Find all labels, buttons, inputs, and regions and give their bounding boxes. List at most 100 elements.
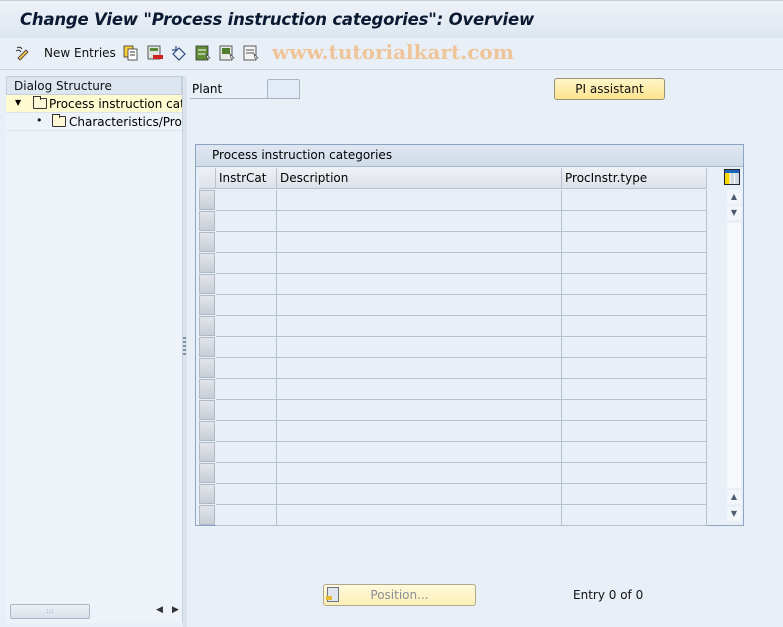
new-entries-button[interactable]: New Entries [44,46,116,60]
table-cell[interactable] [277,274,562,295]
table-cell[interactable] [216,484,277,505]
row-selector[interactable] [199,358,215,378]
row-selector[interactable] [199,337,215,357]
table-cell[interactable] [216,421,277,442]
row-selector[interactable] [199,190,215,210]
table-cell[interactable] [216,358,277,379]
table-cell[interactable] [277,337,562,358]
splitter-handle[interactable] [183,337,186,355]
column-header-description[interactable]: Description [277,168,562,189]
table-cell[interactable] [277,379,562,400]
table-cell[interactable] [562,232,707,253]
table-cell[interactable] [562,190,707,211]
vertical-scrollbar-track[interactable] [727,223,741,488]
expand-triangle-icon[interactable]: ▼ [15,98,21,107]
table-cell[interactable] [277,232,562,253]
tree-item-process-instruction-categories[interactable]: ▼ Process instruction categ [6,95,182,113]
row-selector[interactable] [199,484,215,504]
row-selector[interactable] [199,253,215,273]
table-cell[interactable] [562,442,707,463]
table-cell[interactable] [562,274,707,295]
open-folder-icon [33,96,47,109]
table-cell[interactable] [277,211,562,232]
position-button[interactable]: Position... [323,584,476,606]
table-cell[interactable] [562,295,707,316]
row-selector[interactable] [199,295,215,315]
table-cell[interactable] [216,463,277,484]
table-cell[interactable] [277,505,562,526]
watermark: www.tutorialkart.com [272,40,514,64]
row-selector[interactable] [199,379,215,399]
table-cell[interactable] [562,316,707,337]
table-cell[interactable] [277,484,562,505]
table-cell[interactable] [216,505,277,526]
plant-input[interactable] [267,79,300,99]
table-cell[interactable] [216,442,277,463]
table-cell[interactable] [277,400,562,421]
row-selector[interactable] [199,316,215,336]
select-all-icon[interactable] [194,44,212,62]
delete-icon[interactable] [146,44,164,62]
table-cell[interactable] [216,337,277,358]
scroll-up-icon[interactable]: ▲ [727,190,741,204]
column-header-procinstr-type[interactable]: ProcInstr.type [562,168,707,189]
table-cell[interactable] [216,400,277,421]
table-cell[interactable] [277,253,562,274]
scrollbar-thumb[interactable]: ::: [10,604,90,619]
table-cell[interactable] [562,337,707,358]
display-change-icon[interactable] [14,44,32,62]
scroll-right-icon[interactable]: ▶ [172,605,179,615]
table-cell[interactable] [216,190,277,211]
scroll-left-icon[interactable]: ◀ [156,605,163,615]
process-instruction-table: Process instruction categories InstrCat … [195,144,744,526]
row-selector[interactable] [199,400,215,420]
table-cell[interactable] [562,211,707,232]
select-all-rows-button[interactable] [199,168,216,189]
table-cell[interactable] [216,295,277,316]
row-selector[interactable] [199,463,215,483]
table-cell[interactable] [216,211,277,232]
table-cell[interactable] [562,379,707,400]
row-selector[interactable] [199,211,215,231]
folder-icon [52,114,66,127]
copy-icon[interactable] [122,44,140,62]
table-cell[interactable] [562,484,707,505]
table-cell[interactable] [216,379,277,400]
table-cell[interactable] [562,253,707,274]
page-up-icon[interactable]: ▲ [727,490,741,504]
select-block-icon[interactable] [218,44,236,62]
tree-item-label: Process instruction categ [49,97,182,111]
row-selector[interactable] [199,442,215,462]
deselect-all-icon[interactable] [242,44,260,62]
table-cell[interactable] [277,421,562,442]
undo-change-icon[interactable] [170,44,188,62]
sidebar-horizontal-scrollbar[interactable]: ::: ◀ ▶ [10,604,180,619]
table-cell[interactable] [277,316,562,337]
table-cell[interactable] [277,358,562,379]
table-cell[interactable] [562,421,707,442]
scroll-down-icon[interactable]: ▼ [727,206,741,220]
table-cell[interactable] [277,295,562,316]
row-selector[interactable] [199,274,215,294]
row-selector[interactable] [199,505,215,525]
table-cell[interactable] [277,463,562,484]
table-settings-icon[interactable] [724,169,740,185]
page-down-icon[interactable]: ▼ [727,507,741,521]
row-selector[interactable] [199,421,215,441]
plant-label: Plant [192,82,223,96]
pi-assistant-button[interactable]: PI assistant [554,78,665,100]
table-cell[interactable] [277,442,562,463]
table-cell[interactable] [216,253,277,274]
tree-item-characteristics[interactable]: • Characteristics/Proce [6,113,182,131]
table-cell[interactable] [216,232,277,253]
column-header-instrcat[interactable]: InstrCat [216,168,277,189]
table-cell[interactable] [277,190,562,211]
table-cell[interactable] [562,400,707,421]
dialog-structure-header: Dialog Structure [6,76,182,95]
table-cell[interactable] [562,505,707,526]
table-cell[interactable] [216,274,277,295]
table-cell[interactable] [562,358,707,379]
row-selector[interactable] [199,232,215,252]
table-cell[interactable] [216,316,277,337]
table-cell[interactable] [562,463,707,484]
